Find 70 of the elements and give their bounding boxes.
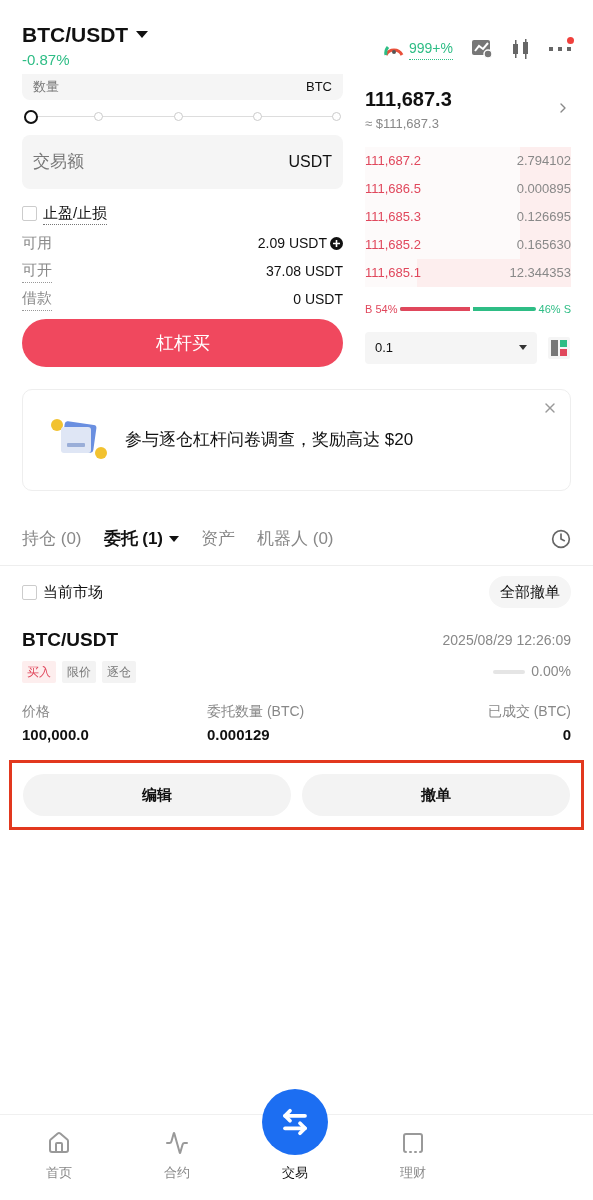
info-value: 0 USDT [293, 289, 343, 309]
order-tab[interactable]: 持仓 (0) [22, 526, 82, 552]
ask-amount: 12.344353 [509, 264, 571, 283]
fill-percent: 0.00% [531, 662, 571, 681]
candlestick-icon[interactable] [511, 38, 531, 60]
price-change: -0.87% [22, 50, 71, 70]
slider-tick [94, 112, 104, 121]
pair-title[interactable]: BTC/USDT [22, 24, 129, 45]
layout-icon[interactable] [547, 335, 571, 360]
info-value: 37.08 USDT [265, 261, 343, 281]
field-label: 已成交 (BTC) [487, 701, 571, 721]
ask-amount: 2.794102 [516, 152, 571, 171]
square-icon [401, 1130, 425, 1155]
cancel-all-button[interactable]: 全部撤单 [489, 576, 571, 608]
amount-field[interactable]: 数量 BTC [22, 73, 343, 100]
order-action-button[interactable]: 撤单 [302, 774, 570, 816]
order-time: 2025/08/29 12:26:09 [442, 630, 571, 650]
chart-icon [165, 1130, 189, 1155]
ask-amount: 0.165630 [516, 236, 571, 255]
history-icon[interactable] [551, 529, 571, 549]
order-pair[interactable]: BTC/USDT [22, 626, 119, 655]
ask-price[interactable]: 111,687.2 [365, 151, 421, 171]
nav-tab[interactable]: 首页 [0, 1130, 118, 1200]
home-icon [47, 1130, 71, 1155]
field-value: 100,000.0 [22, 724, 90, 745]
chart-card-icon[interactable] [471, 39, 493, 59]
survey-banner[interactable]: 参与逐仓杠杆问卷调查，奖励高达 $20 [22, 389, 571, 491]
leverage-buy-button[interactable]: 杠杆买 [22, 319, 343, 367]
nav-tab[interactable]: 交易 [236, 1088, 354, 1200]
more-icon[interactable] [549, 45, 571, 53]
field-label: 价格 [22, 701, 51, 721]
order-tab[interactable]: 机器人 (0) [257, 526, 334, 552]
nav-tab[interactable]: 合约 [118, 1130, 236, 1200]
info-label: 可用 [22, 232, 52, 253]
nav-tab[interactable]: 理财 [354, 1130, 472, 1200]
precision-dropdown[interactable]: 0.1 [365, 331, 537, 364]
slider-tick [332, 112, 341, 121]
field-value: 0.000129 [207, 724, 271, 745]
buy-ratio: B 54% [365, 302, 398, 317]
last-price: 111,687.3 [365, 86, 452, 112]
ask-price[interactable]: 111,685.1 [365, 263, 421, 283]
tp-sl-checkbox[interactable] [22, 205, 37, 221]
tp-sl-label[interactable]: 止盈/止损 [43, 201, 108, 225]
order-tag: 逐仓 [102, 660, 136, 683]
order-tag: 限价 [62, 660, 96, 683]
field-value: 0 [562, 724, 571, 745]
slider-tick [173, 112, 183, 121]
caret-icon[interactable] [136, 31, 149, 38]
market-filter-checkbox[interactable] [22, 584, 37, 600]
ask-amount: 0.126695 [516, 208, 571, 227]
market-filter-label[interactable]: 当前市场 [43, 580, 103, 604]
ask-price[interactable]: 111,685.3 [365, 207, 421, 227]
field-label: 委托数量 (BTC) [207, 701, 306, 721]
info-value: 2.09 USDT [257, 233, 327, 253]
banner-text: 参与逐仓杠杆问卷调查，奖励高达 $20 [125, 429, 414, 452]
add-icon[interactable] [330, 236, 343, 250]
order-tab[interactable]: 委托 (1) [103, 526, 179, 552]
info-label: 借款 [22, 287, 52, 311]
order-tab[interactable]: 资产 [201, 526, 235, 552]
ask-price[interactable]: 111,685.2 [365, 235, 421, 255]
info-label: 可开 [22, 259, 52, 283]
last-price-usd: ≈ $111,687.3 [365, 114, 440, 133]
slider-tick [252, 112, 262, 121]
order-tag: 买入 [22, 660, 56, 683]
order-action-button[interactable]: 编辑 [23, 774, 291, 816]
ask-price[interactable]: 111,686.5 [365, 179, 421, 199]
slider-thumb[interactable] [24, 109, 38, 124]
sell-ratio: 46% S [538, 302, 571, 317]
ask-amount: 0.000895 [516, 180, 571, 199]
total-field[interactable]: 交易额 USDT [22, 134, 343, 189]
